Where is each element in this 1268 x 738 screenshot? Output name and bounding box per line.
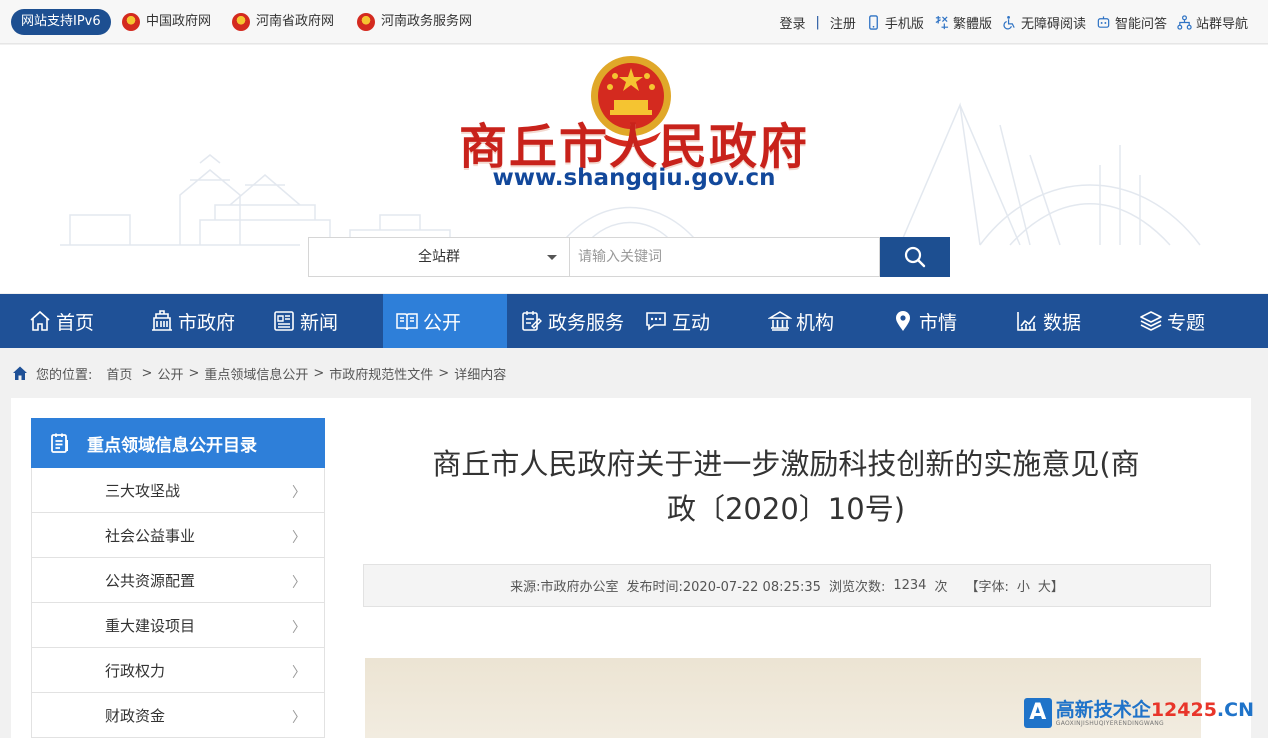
chevron-right-icon: 〉 <box>292 575 306 591</box>
search-icon <box>904 246 926 268</box>
breadcrumb-detail: 详细内容 <box>454 367 507 383</box>
main-nav: 首页 市政府 新闻 公开 政务服务 互动 机构 市情 数据 专题 <box>0 294 1268 348</box>
sidebar-item-administrative-power[interactable]: 行政权力〉 <box>31 648 325 693</box>
breadcrumb: 您的位置: 首页 > 公开 > 重点领域信息公开 > 市政府规范性文件 > 详细… <box>12 362 506 384</box>
layers-icon <box>1140 311 1162 331</box>
register-link[interactable]: 注册 <box>830 13 856 32</box>
sidebar-item-fiscal-funds[interactable]: 财政资金〉 <box>31 693 325 738</box>
home-icon <box>13 366 27 380</box>
smart-qa-link[interactable]: 智能问答 <box>1096 13 1167 32</box>
watermark-domain: .CN <box>1216 698 1254 721</box>
top-bar: 网站支持IPv6 中国政府网 河南省政府网 河南政务服务网 登录 | 注册 手机… <box>0 0 1268 44</box>
watermark-subtitle: GAOXINJISHUQIYERENDINGWANG <box>1055 719 1164 727</box>
sitemap-icon <box>1177 14 1192 30</box>
breadcrumb-public[interactable]: 公开 <box>157 364 183 383</box>
traditional-link[interactable]: 繁體版 <box>934 13 992 32</box>
service-icon <box>522 311 542 331</box>
sidebar-item-major-projects[interactable]: 重大建设项目〉 <box>31 603 325 648</box>
accessibility-link[interactable]: 无障碍阅读 <box>1002 13 1086 32</box>
nav-government-services[interactable]: 政务服务 <box>520 294 624 348</box>
ipv6-badge: 网站支持IPv6 <box>11 9 111 35</box>
site-navigation-link[interactable]: 站群导航 <box>1177 13 1248 32</box>
chevron-right-icon: 〉 <box>292 665 306 681</box>
breadcrumb-key-areas[interactable]: 重点领域信息公开 <box>204 364 308 383</box>
breadcrumb-separator: > <box>188 365 200 381</box>
article-meta: 来源:市政府办公室 发布时间:2020-07-22 08:25:35 浏览次数:… <box>363 564 1211 607</box>
breadcrumb-normative-docs[interactable]: 市政府规范性文件 <box>329 364 433 383</box>
home-icon <box>30 310 50 331</box>
font-small-button[interactable]: 小 <box>1017 576 1030 595</box>
chart-icon <box>1017 312 1036 331</box>
caret-down-icon <box>547 255 557 260</box>
sidebar-item-public-welfare[interactable]: 社会公益事业〉 <box>31 513 325 558</box>
nav-topics[interactable]: 专题 <box>1139 294 1205 348</box>
national-emblem-icon <box>232 13 250 31</box>
nav-news[interactable]: 新闻 <box>272 294 338 348</box>
sidebar-header: 重点领域信息公开目录 <box>31 418 325 468</box>
watermark-number: 12425 <box>1150 698 1217 721</box>
divider: | <box>815 14 820 30</box>
chevron-right-icon: 〉 <box>292 620 306 636</box>
content-panel: 重点领域信息公开目录 三大攻坚战〉 社会公益事业〉 公共资源配置〉 重大建设项目… <box>11 398 1251 738</box>
open-book-icon <box>396 313 418 331</box>
font-size-label: 【字体: <box>965 580 1009 595</box>
search-scope-select[interactable]: 全站群 <box>308 237 570 277</box>
robot-icon <box>1097 15 1110 28</box>
login-link[interactable]: 登录 <box>780 13 806 32</box>
link-henan-gov[interactable]: 河南省政府网 <box>232 12 334 32</box>
nav-data[interactable]: 数据 <box>1015 294 1081 348</box>
traditional-chinese-icon <box>935 15 948 29</box>
top-right-links: 登录 | 注册 手机版 繁體版 无障碍阅读 智能问答 站群导航 <box>780 12 1249 32</box>
chevron-right-icon: 〉 <box>292 710 306 726</box>
national-emblem-icon <box>357 13 375 31</box>
breadcrumb-separator: > <box>438 365 450 381</box>
chat-icon <box>646 312 666 331</box>
document-list-icon <box>51 433 68 453</box>
sidebar-item-public-resources[interactable]: 公共资源配置〉 <box>31 558 325 603</box>
newspaper-icon <box>274 311 294 331</box>
government-building-icon <box>152 310 172 331</box>
article-views: 1234 <box>893 578 927 593</box>
sidebar-item-three-battles[interactable]: 三大攻坚战〉 <box>31 468 325 513</box>
sidebar-list: 三大攻坚战〉 社会公益事业〉 公共资源配置〉 重大建设项目〉 行政权力〉 财政资… <box>31 468 325 738</box>
article-published: 发布时间:2020-07-22 08:25:35 <box>626 580 821 595</box>
nav-city-info[interactable]: 市情 <box>891 294 957 348</box>
mobile-link[interactable]: 手机版 <box>866 13 924 32</box>
link-henan-service[interactable]: 河南政务服务网 <box>357 12 472 32</box>
watermark-name: 高新技术企 <box>1055 698 1151 721</box>
breadcrumb-separator: > <box>137 365 153 381</box>
chevron-right-icon: 〉 <box>292 485 306 501</box>
font-large-button[interactable]: 大】 <box>1038 576 1064 595</box>
chevron-right-icon: 〉 <box>292 530 306 546</box>
nav-interaction[interactable]: 互动 <box>644 294 710 348</box>
search-bar: 全站群 <box>308 237 950 277</box>
institution-icon <box>768 311 792 331</box>
nav-institutions[interactable]: 机构 <box>768 294 834 348</box>
nav-home[interactable]: 首页 <box>28 294 94 348</box>
watermark: A 高新技术企12425.CN GAOXINJISHUQIYERENDINGWA… <box>1023 696 1254 730</box>
article-title: 商丘市人民政府关于进一步激励科技创新的实施意见(商 政〔2020〕10号) <box>432 447 1140 526</box>
search-input[interactable] <box>570 237 880 277</box>
nav-public[interactable]: 公开 <box>383 294 507 348</box>
national-emblem-icon <box>122 13 140 31</box>
article-source: 来源:市政府办公室 <box>510 580 619 595</box>
mobile-icon <box>869 14 878 30</box>
breadcrumb-separator: > <box>313 365 325 381</box>
breadcrumb-label: 您的位置: <box>36 367 93 383</box>
breadcrumb-home[interactable]: 首页 <box>106 364 132 383</box>
article-views-unit: 次 <box>934 580 948 595</box>
location-icon <box>896 311 910 331</box>
accessibility-icon <box>1003 15 1015 29</box>
article-views-label: 浏览次数: <box>828 580 886 595</box>
site-url[interactable]: www.shangqiu.gov.cn <box>0 165 1268 191</box>
search-button[interactable] <box>880 237 950 277</box>
link-china-gov[interactable]: 中国政府网 <box>122 12 211 32</box>
site-header: 商丘市人民政府 www.shangqiu.gov.cn 全站群 <box>0 45 1268 293</box>
nav-city-government[interactable]: 市政府 <box>150 294 235 348</box>
watermark-logo: A <box>1023 698 1052 728</box>
